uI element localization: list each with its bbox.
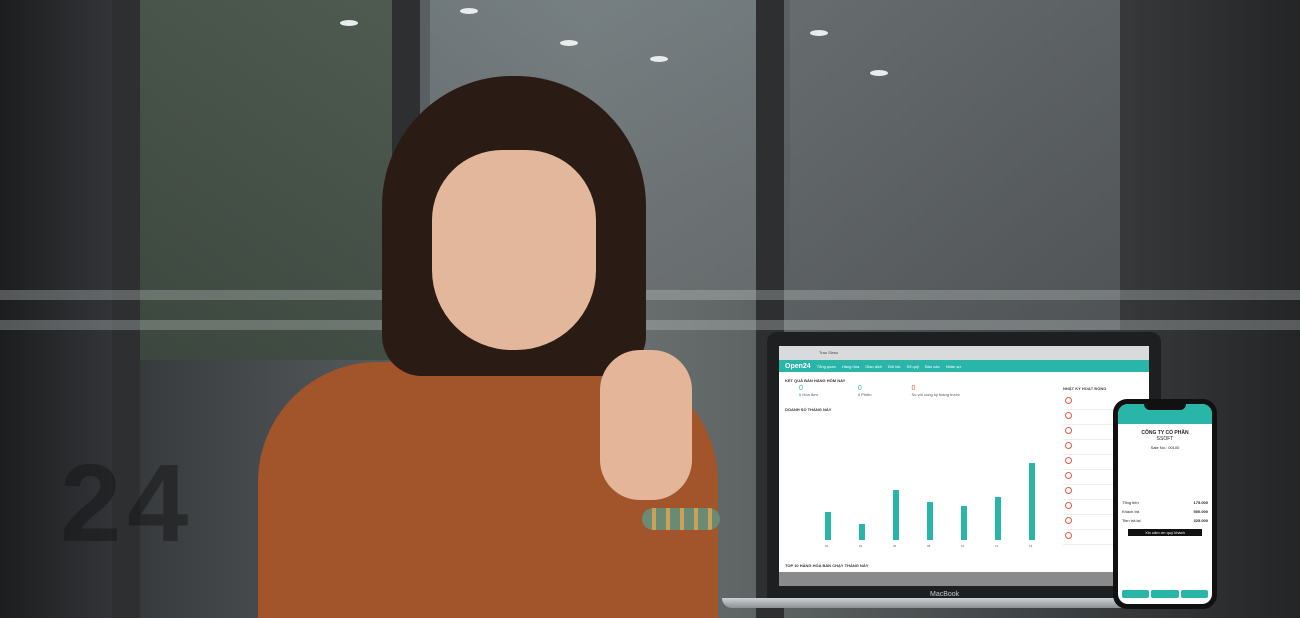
phone-notch [1144,404,1186,410]
nav-item[interactable]: Giao dịch [865,364,882,369]
sales-panel-title: KẾT QUẢ BÁN HÀNG HÔM NAY [785,378,846,383]
nav-item[interactable]: Nhân sự [946,364,961,369]
receipt-company-name: SSOFT [1156,436,1174,442]
ceiling-light [650,56,668,62]
stat-item: 0 0 Hóa đơn [799,385,818,397]
receipt-change-row: Tiền trả lại 325.000 [1118,518,1212,523]
ceiling-light [460,8,478,14]
stat-label: 0 Hóa đơn [799,392,818,397]
stat-label: 0 Phiếu [857,392,872,397]
chart-tick-label: 13 [1029,544,1033,548]
chart-bar [961,506,967,540]
ceiling-light [340,20,358,26]
receipt-total-row: Tổng tiền 175.000 [1118,500,1212,505]
phone-action-button[interactable] [1122,590,1150,598]
sales-bar-chart: 02 04 06 08 10 12 13 [785,438,1045,558]
stat-value: 0 [857,385,862,392]
chart-tick-label: 06 [893,544,897,548]
mac-dock [779,572,1149,586]
browser-bar: Trao Sinso [779,346,1149,360]
chart-tick-label: 04 [859,544,863,548]
chart-tick-label: 10 [961,544,965,548]
thumbs-up-hand [600,350,692,500]
chart-bar [893,489,899,540]
laptop-screen: Trao Sinso Open24 Tổng quan Hàng hóa Gia… [779,346,1149,586]
app-nav-bar: Open24 Tổng quan Hàng hóa Giao dịch Đối … [779,360,1149,372]
chart-bar [995,496,1001,540]
stat-item: 0 0 Phiếu [858,385,872,397]
window-pane [790,0,1120,330]
frosted-glass-stripe [0,320,1300,330]
chart-tick-label: 12 [995,544,999,548]
stat-value: 0 [911,385,916,392]
phone-screen: CÔNG TY CỔ PHẦN SSOFT Sale No.: 00100 Tổ… [1118,404,1212,604]
nav-item[interactable]: Sổ quỹ [907,364,919,369]
ceiling-light [560,40,578,46]
bead-bracelet [642,508,720,530]
chart-tick-label: 08 [927,544,931,548]
chart-bar [825,512,831,540]
receipt-paid-value: 500.000 [1193,509,1208,514]
chart-bar [859,523,865,540]
nav-item[interactable]: Đối tác [888,364,900,369]
receipt-total-value: 175.000 [1193,500,1208,505]
activity-title: NHẬT KÝ HOẠT ĐỘNG [1063,386,1107,391]
stat-value: 0 [799,385,803,392]
receipt-items [1118,450,1212,496]
wall-logo-graphic: 24 [60,442,195,565]
chart-tick-label: 02 [825,544,829,548]
phone-footer-buttons [1122,590,1208,598]
chart-bar [1029,462,1035,540]
phone-action-button[interactable] [1180,590,1208,598]
receipt-total-label: Tổng tiền [1122,500,1139,505]
stat-label: So với cùng kỳ tháng trước [911,392,960,397]
receipt-change-value: 325.000 [1193,518,1208,523]
nav-item[interactable]: Báo cáo [925,364,940,369]
ceiling-light [870,70,888,76]
nav-item[interactable]: Tổng quan [817,364,836,369]
ceiling-light [810,30,828,36]
frosted-glass-stripe [0,290,1300,300]
receipt-paid-row: Khách trả 500.000 [1118,509,1212,514]
stat-item: 0 So với cùng kỳ tháng trước [911,385,959,397]
laptop-brand-label: MacBook [930,591,960,598]
receipt-change-label: Tiền trả lại [1122,518,1141,523]
receipt-thanks: Xin cảm ơn quý khách [1128,529,1202,536]
chart-bar [927,502,933,540]
top-products-title: TOP 10 HÀNG HÓA BÁN CHẠY THÁNG NÀY [785,563,869,568]
receipt-paid-label: Khách trả [1122,509,1140,514]
app-logo: Open24 [785,362,811,370]
nav-item[interactable]: Hàng hóa [842,364,859,369]
phone-action-button[interactable] [1151,590,1179,598]
window-pane [140,0,400,360]
person-face [432,150,596,350]
